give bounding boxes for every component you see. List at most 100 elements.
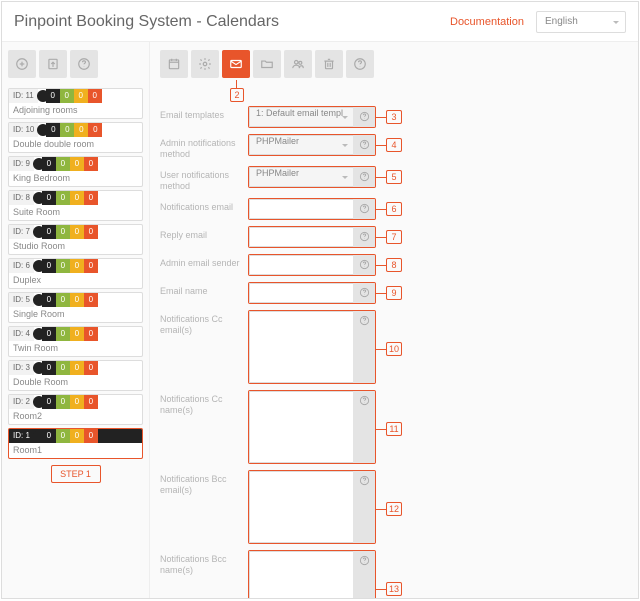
main-toolbar: 2: [160, 50, 628, 78]
callout-11: 11: [386, 422, 402, 436]
calendar-id: ID: 3: [9, 361, 34, 375]
email-tab-icon[interactable]: [222, 50, 250, 78]
calendar-name: Suite Room: [9, 205, 142, 220]
field-label: Notifications email: [160, 198, 248, 213]
language-select[interactable]: English: [536, 11, 626, 33]
folder-tab-icon[interactable]: [253, 50, 281, 78]
field-textarea[interactable]: [249, 311, 353, 383]
callout-10: 10: [386, 342, 402, 356]
calendar-item[interactable]: ID: 6 0 0 0 0 Duplex: [8, 258, 143, 289]
field-help-icon[interactable]: [353, 283, 375, 303]
calendar-item[interactable]: ID: 5 0 0 0 0 Single Room: [8, 292, 143, 323]
page-title: Pinpoint Booking System - Calendars: [14, 13, 450, 31]
calendar-item[interactable]: ID: 8 0 0 0 0 Suite Room: [8, 190, 143, 221]
field-select[interactable]: PHPMailer: [249, 135, 353, 155]
calendar-item[interactable]: ID: 2 0 0 0 0 Room2: [8, 394, 143, 425]
status-dot-icon: [38, 123, 46, 137]
calendar-item[interactable]: ID: 3 0 0 0 0 Double Room: [8, 360, 143, 391]
field-textarea[interactable]: [249, 471, 353, 543]
field-input[interactable]: [249, 199, 353, 219]
toolbar-help-icon[interactable]: [346, 50, 374, 78]
status-dot-icon: [34, 429, 42, 443]
count-orange: 0: [84, 293, 98, 307]
calendar-item[interactable]: ID: 10 0 0 0 0 Double double room: [8, 122, 143, 153]
field-help-icon[interactable]: [353, 107, 375, 127]
field-help-icon[interactable]: [353, 471, 375, 543]
calendar-name: Duplex: [9, 273, 142, 288]
field-help-icon[interactable]: [353, 135, 375, 155]
count-orange: 0: [84, 225, 98, 239]
calendar-name: Single Room: [9, 307, 142, 322]
count-orange: 0: [84, 361, 98, 375]
export-button[interactable]: [39, 50, 67, 78]
count-yellow: 0: [70, 327, 84, 341]
calendar-item[interactable]: ID: 7 0 0 0 0 Studio Room: [8, 224, 143, 255]
count-orange: 0: [88, 123, 102, 137]
calendar-tab-icon[interactable]: [160, 50, 188, 78]
count-orange: 0: [84, 327, 98, 341]
callout-8: 8: [386, 258, 402, 272]
count-orange: 0: [84, 191, 98, 205]
status-dot-icon: [34, 361, 42, 375]
field-textarea[interactable]: [249, 551, 353, 598]
count-green: 0: [60, 89, 74, 103]
count-yellow: 0: [74, 89, 88, 103]
field-select[interactable]: 1: Default email templ: [249, 107, 353, 127]
field-label: User notifications method: [160, 166, 248, 192]
field-label: Notifications Bcc email(s): [160, 470, 248, 496]
callout-5: 5: [386, 170, 402, 184]
count-green: 0: [56, 327, 70, 341]
field-select[interactable]: PHPMailer: [249, 167, 353, 187]
field-help-icon[interactable]: [353, 227, 375, 247]
field-help-icon[interactable]: [353, 199, 375, 219]
sidebar: ID: 11 0 0 0 0 Adjoining rooms ID: 10 0 …: [2, 42, 150, 598]
calendar-item[interactable]: ID: 11 0 0 0 0 Adjoining rooms: [8, 88, 143, 119]
count-green: 0: [60, 123, 74, 137]
calendar-id: ID: 9: [9, 157, 34, 171]
count-yellow: 0: [70, 191, 84, 205]
calendar-id: ID: 6: [9, 259, 34, 273]
field-help-icon[interactable]: [353, 311, 375, 383]
count-yellow: 0: [70, 429, 84, 443]
count-yellow: 0: [70, 395, 84, 409]
field-help-icon[interactable]: [353, 167, 375, 187]
count-green: 0: [56, 293, 70, 307]
callout-6: 6: [386, 202, 402, 216]
calendar-id: ID: 5: [9, 293, 34, 307]
settings-tab-icon[interactable]: [191, 50, 219, 78]
field-help-icon[interactable]: [353, 551, 375, 598]
calendar-id: ID: 11: [9, 89, 38, 103]
count-orange: 0: [84, 395, 98, 409]
field-input[interactable]: [249, 227, 353, 247]
count-green: 0: [56, 191, 70, 205]
field-label: Admin email sender: [160, 254, 248, 269]
calendar-item[interactable]: ID: 4 0 0 0 0 Twin Room: [8, 326, 143, 357]
calendar-id: ID: 1: [9, 429, 34, 443]
documentation-link[interactable]: Documentation: [450, 16, 524, 28]
field-label: Notifications Bcc name(s): [160, 550, 248, 576]
field-input[interactable]: [249, 283, 353, 303]
field-input[interactable]: [249, 255, 353, 275]
status-dot-icon: [34, 395, 42, 409]
field-help-icon[interactable]: [353, 391, 375, 463]
calendar-name: Adjoining rooms: [9, 103, 142, 118]
field-label: Notifications Cc name(s): [160, 390, 248, 416]
field-help-icon[interactable]: [353, 255, 375, 275]
count-green: 0: [56, 259, 70, 273]
calendar-item[interactable]: ID: 9 0 0 0 0 King Bedroom: [8, 156, 143, 187]
count-yellow: 0: [74, 123, 88, 137]
calendar-name: Double Room: [9, 375, 142, 390]
users-tab-icon[interactable]: [284, 50, 312, 78]
calendar-name: Room2: [9, 409, 142, 424]
help-button[interactable]: [70, 50, 98, 78]
callout-3: 3: [386, 110, 402, 124]
field-textarea[interactable]: [249, 391, 353, 463]
delete-tab-icon[interactable]: [315, 50, 343, 78]
field-label: Email templates: [160, 106, 248, 121]
count-orange: 0: [84, 259, 98, 273]
add-calendar-button[interactable]: [8, 50, 36, 78]
calendar-item[interactable]: ID: 1 0 0 0 0 Room1: [8, 428, 143, 459]
calendar-id: ID: 8: [9, 191, 34, 205]
count-yellow: 0: [70, 157, 84, 171]
count-green: 0: [56, 225, 70, 239]
